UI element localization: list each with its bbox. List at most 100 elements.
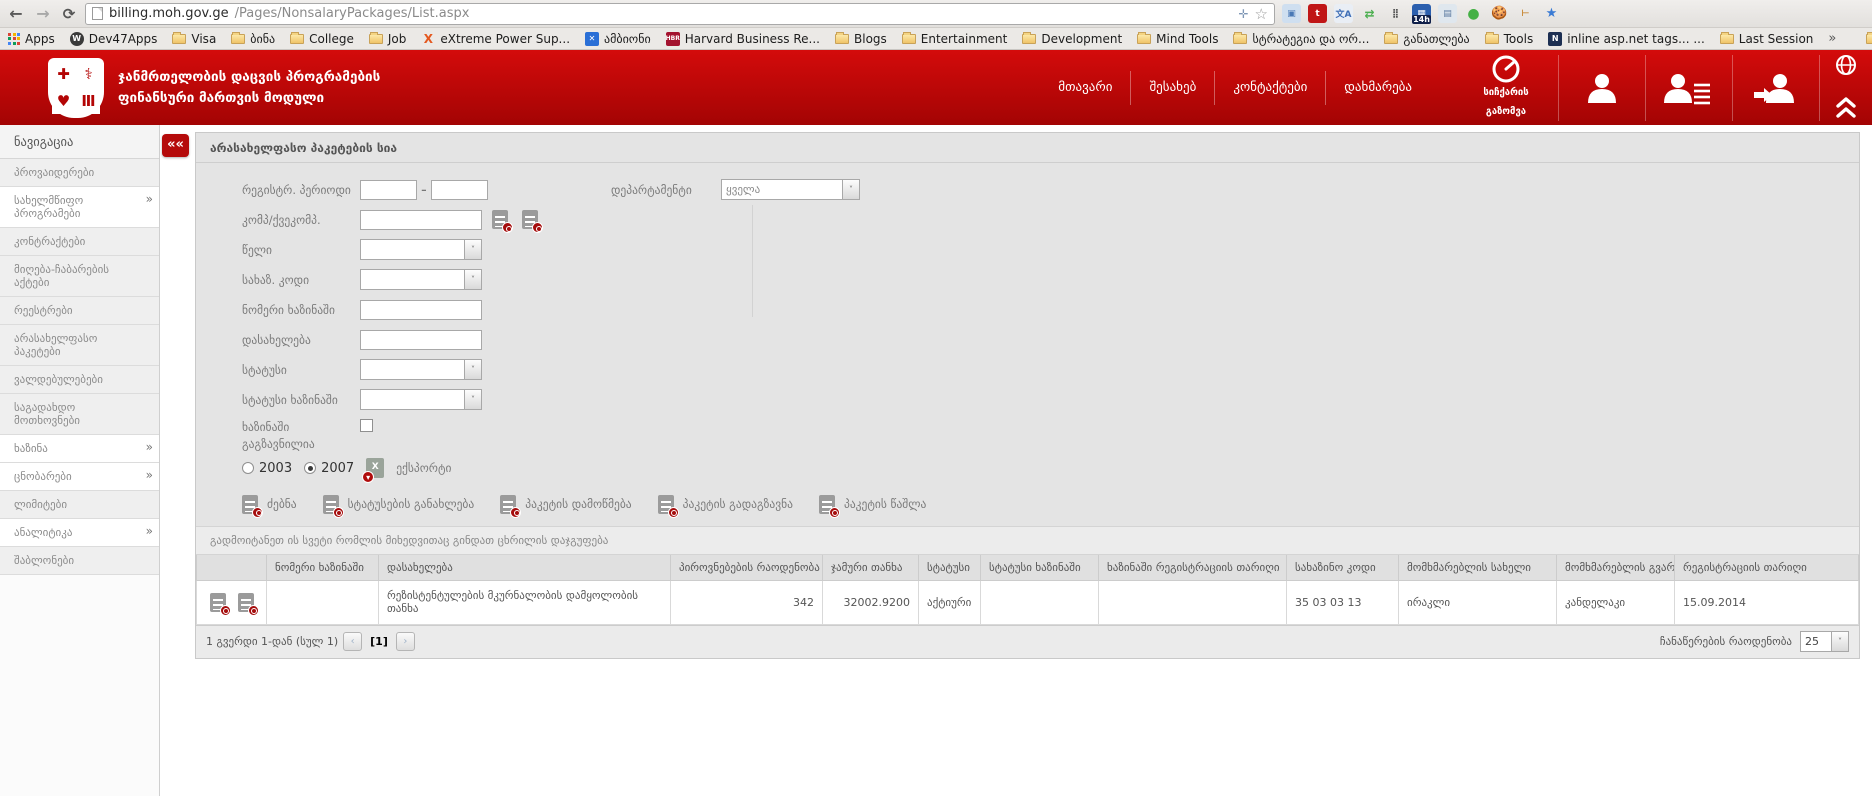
sidebar-item-analytics[interactable]: ანალიტიკა» — [0, 519, 159, 547]
radio-2003[interactable] — [242, 462, 254, 474]
extension-arrows-icon[interactable]: ⇄ — [1360, 4, 1379, 23]
sidebar-item-registers[interactable]: რეესტრები — [0, 297, 159, 325]
row-view-button[interactable] — [210, 593, 226, 612]
col-status[interactable]: სტატუსი — [919, 555, 981, 581]
bookmark-extreme[interactable]: X eXtreme Power Sup... — [421, 32, 570, 46]
speed-test-button[interactable]: სიჩქარის გაზომვა — [1454, 54, 1558, 120]
col-status-in-treasury[interactable]: სტატუსი ხაზინაში — [981, 555, 1099, 581]
reload-icon[interactable]: ⟳ — [60, 5, 78, 23]
logout-button[interactable] — [1733, 71, 1819, 105]
sidebar-item-templates[interactable]: შაბლონები — [0, 547, 159, 575]
back-icon[interactable]: ← — [6, 4, 26, 23]
nav-help[interactable]: დახმარება — [1326, 80, 1430, 95]
bookmark-dev47apps[interactable]: W Dev47Apps — [70, 32, 158, 46]
comp-subcomp-input[interactable] — [360, 210, 482, 230]
sidebar-item-limits[interactable]: ლიმიტები — [0, 491, 159, 519]
fit-page-icon[interactable]: ✛ — [1238, 7, 1248, 21]
extension-calendar-icon[interactable]: ▦14h — [1412, 4, 1431, 23]
sidebar-item-payment-requests[interactable]: საგადახდო მოთხოვნები — [0, 394, 159, 435]
extension-cookie-icon[interactable]: 🍪 — [1490, 4, 1509, 23]
comp-lookup-button[interactable] — [492, 210, 508, 229]
sidebar-item-liabilities[interactable]: ვალდებულებები — [0, 366, 159, 394]
radio-2007[interactable] — [304, 462, 316, 474]
bookmark-folder-bina[interactable]: ბინა — [231, 32, 275, 46]
col-persons-count[interactable]: პიროვნებების რაოდენობა — [671, 555, 823, 581]
register-period-from-input[interactable] — [360, 180, 417, 200]
status-select[interactable]: ˅ — [360, 359, 482, 380]
sent-to-treasury-checkbox[interactable] — [360, 419, 373, 432]
bookmark-ambioni[interactable]: ✕ ამბიონი — [585, 32, 651, 46]
url-bar[interactable]: billing.moh.gov.ge/Pages/NonsalaryPackag… — [85, 3, 1275, 25]
register-period-to-input[interactable] — [431, 180, 488, 200]
sidebar-collapse-button[interactable]: «« — [162, 134, 189, 157]
extension-star-icon[interactable]: ★ — [1542, 4, 1561, 23]
search-button[interactable]: ძებნა — [242, 495, 297, 514]
col-treasury-reg-date[interactable]: ხაზინაში რეგისტრაციის თარიღი — [1099, 555, 1287, 581]
number-in-treasury-input[interactable] — [360, 300, 482, 320]
extension-translate-icon[interactable]: 文A — [1334, 4, 1353, 23]
bookmark-hbr[interactable]: HBR Harvard Business Re... — [666, 32, 820, 46]
nav-about[interactable]: შესახებ — [1131, 80, 1214, 95]
forward-icon[interactable]: → — [33, 4, 53, 23]
bookmark-folder-last-session[interactable]: Last Session — [1720, 32, 1814, 46]
extension-grid-icon[interactable]: ⣿ — [1386, 4, 1405, 23]
col-reg-date[interactable]: რეგისტრაციის თარიღი — [1675, 555, 1859, 581]
extension-t-icon[interactable]: t — [1308, 4, 1327, 23]
sidebar-item-contracts[interactable]: კონტრაქტები — [0, 228, 159, 256]
current-page[interactable]: [1] — [370, 635, 388, 648]
year-select[interactable]: ˅ — [360, 239, 482, 260]
status-in-treasury-select[interactable]: ˅ — [360, 389, 482, 410]
department-select[interactable]: ყველა ˅ — [721, 179, 860, 200]
collapse-header-icon[interactable] — [1835, 96, 1857, 120]
bookmark-folder-mindtools[interactable]: Mind Tools — [1137, 32, 1218, 46]
bookmark-folder-job[interactable]: Job — [369, 32, 407, 46]
group-by-hint[interactable]: გადმოიტანეთ ის სვეტი რომლის მიხედვითაც გ… — [196, 526, 1859, 555]
extension-screenshot-icon[interactable]: ▤ — [1438, 4, 1457, 23]
col-number-in-treasury[interactable]: ნომერი ხაზინაში — [267, 555, 379, 581]
bookmark-star-icon[interactable]: ☆ — [1255, 5, 1268, 23]
sidebar-item-nonsalary-packages[interactable]: არასახელფასო პაკეტები — [0, 325, 159, 366]
sidebar-item-state-programs[interactable]: სახელმწიფო პროგრამები» — [0, 187, 159, 228]
excel-export-icon[interactable]: X▾ — [366, 458, 384, 478]
user-profile-button[interactable] — [1559, 71, 1645, 105]
col-treasury-code[interactable]: სახაზინო კოდი — [1287, 555, 1399, 581]
sidebar-item-acceptance-acts[interactable]: მიღება-ჩაბარების აქტები — [0, 256, 159, 297]
name-input[interactable] — [360, 330, 482, 350]
col-total-amount[interactable]: ჯამური თანხა — [823, 555, 919, 581]
bookmark-folder-entertainment[interactable]: Entertainment — [902, 32, 1008, 46]
sidebar-item-treasury[interactable]: ხაზინა» — [0, 435, 159, 463]
col-user-last-name[interactable]: მომხმარებლის გვარი — [1557, 555, 1675, 581]
bookmark-aspnet-tags[interactable]: N inline asp.net tags... ... — [1548, 32, 1705, 46]
send-package-button[interactable]: პაკეტის გადაგზავნა — [658, 495, 793, 514]
bookmarks-overflow-chevron[interactable]: » — [1828, 31, 1836, 46]
col-name[interactable]: დასახელება — [379, 555, 671, 581]
comp-edit-button[interactable] — [522, 210, 538, 229]
bookmark-folder-visa[interactable]: Visa — [172, 32, 216, 46]
nav-contacts[interactable]: კონტაქტები — [1215, 80, 1325, 95]
bookmark-folder-development[interactable]: Development — [1022, 32, 1122, 46]
treasury-code-select[interactable]: ˅ — [360, 269, 482, 290]
row-edit-button[interactable] — [238, 593, 254, 612]
extension-ruler-icon[interactable]: ⊢ — [1516, 4, 1535, 23]
globe-icon[interactable] — [1835, 54, 1857, 76]
bookmark-folder-ganatleba[interactable]: განათლება — [1384, 32, 1469, 46]
refresh-statuses-button[interactable]: სტატუსების განახლება — [323, 495, 475, 514]
extension-photo-icon[interactable]: ▣ — [1282, 4, 1301, 23]
other-bookmarks[interactable]: Other boo — [1866, 32, 1872, 46]
user-list-button[interactable] — [1646, 71, 1732, 105]
extension-pin-icon[interactable]: ● — [1464, 4, 1483, 23]
prev-page-button[interactable]: ‹ — [343, 632, 362, 651]
sidebar-item-providers[interactable]: პროვაიდერები — [0, 159, 159, 187]
approve-package-button[interactable]: პაკეტის დამოწმება — [500, 495, 631, 514]
next-page-button[interactable]: › — [396, 632, 415, 651]
bookmark-folder-college[interactable]: College — [290, 32, 354, 46]
sidebar-item-directories[interactable]: ცნობარები» — [0, 463, 159, 491]
page-size-select[interactable]: 25 ˅ — [1800, 631, 1849, 652]
bookmark-apps[interactable]: Apps — [8, 32, 55, 46]
bookmark-folder-tools[interactable]: Tools — [1485, 32, 1534, 46]
col-user-first-name[interactable]: მომხმარებლის სახელი — [1399, 555, 1557, 581]
delete-package-button[interactable]: პაკეტის წაშლა — [819, 495, 926, 514]
nav-home[interactable]: მთავარი — [1040, 80, 1130, 95]
bookmark-folder-blogs[interactable]: Blogs — [835, 32, 887, 46]
bookmark-folder-strategia[interactable]: სტრატეგია და ორ... — [1233, 32, 1369, 46]
